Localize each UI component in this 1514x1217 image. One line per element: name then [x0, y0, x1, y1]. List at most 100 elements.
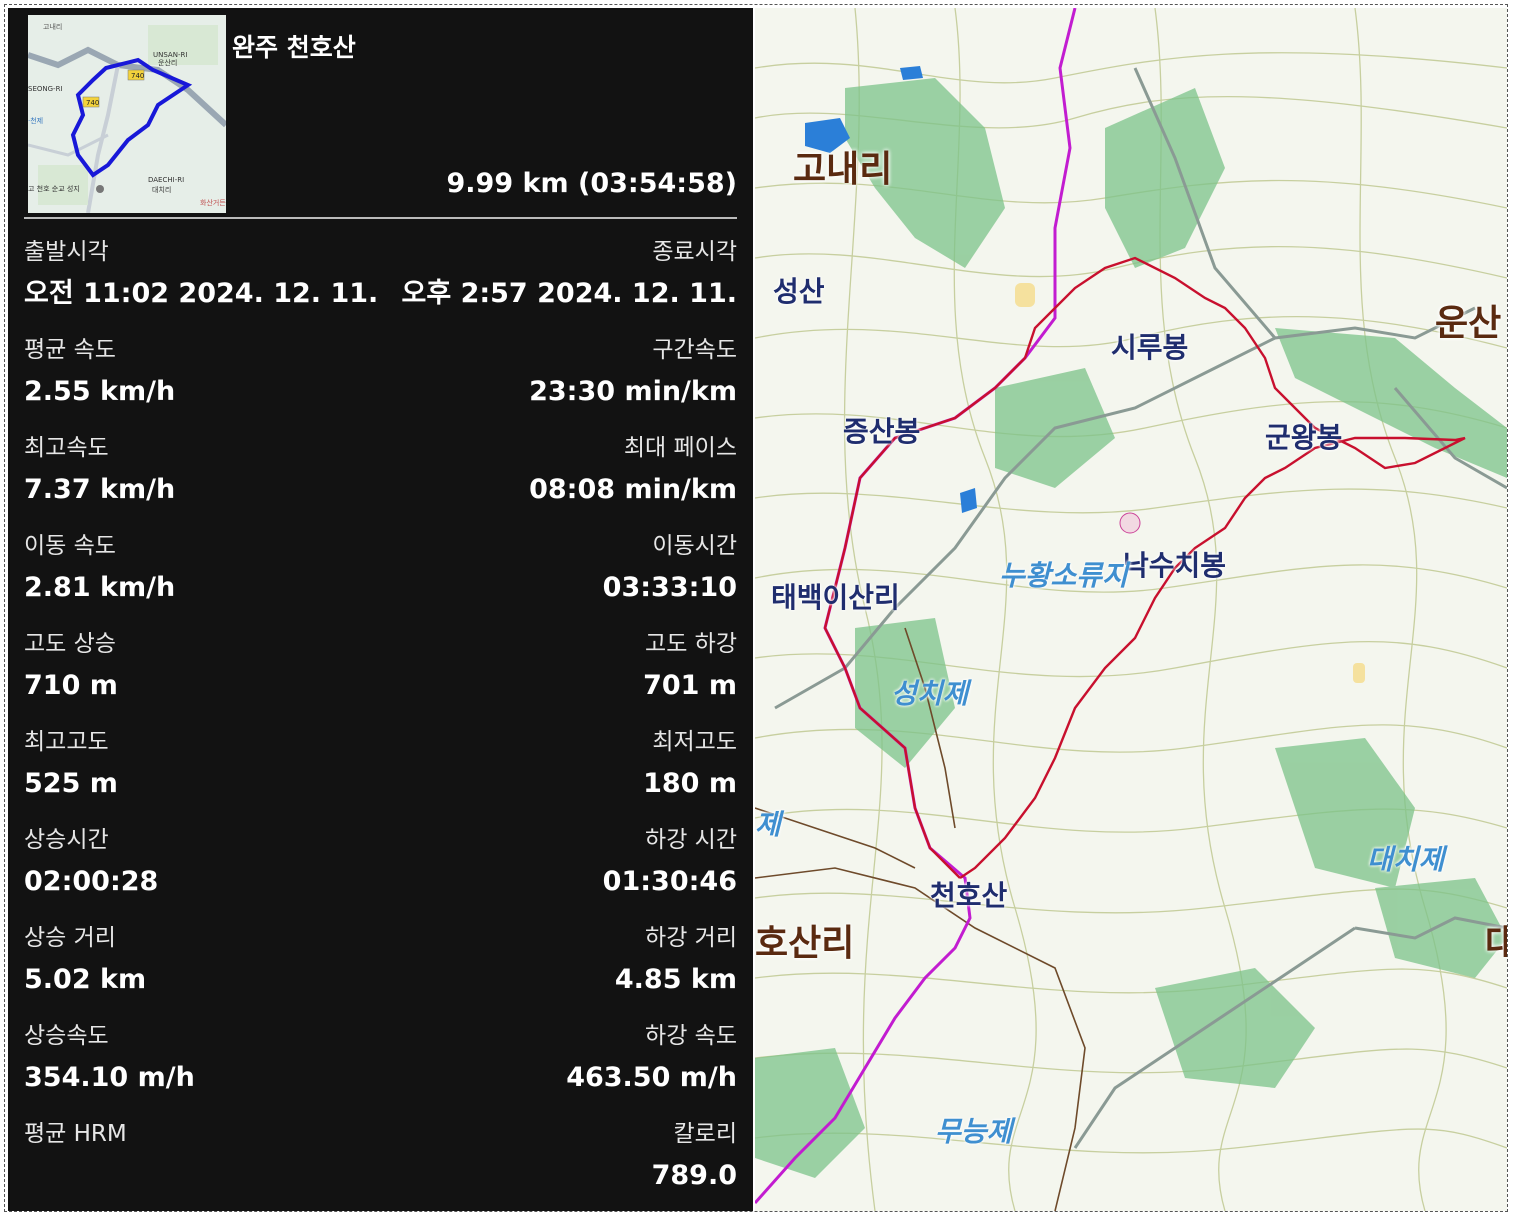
stat-label: 상승 거리 — [24, 925, 116, 951]
map-label-daechije: 대치제 — [1367, 843, 1445, 876]
stat-value: 7.37 km/h — [24, 474, 176, 505]
stat-row: 평균 속도 2.55 km/h 구간속도 23:30 min/km — [24, 328, 737, 426]
map-label-taebaek: 태백이산리 — [771, 581, 900, 614]
map-label-gunwangbong: 군왕봉 — [1265, 421, 1343, 454]
stat-label: 구간속도 — [652, 337, 737, 363]
stat-right: 하강 속도 463.50 m/h — [566, 1014, 737, 1098]
thumb-road-label-mid: 740 — [86, 99, 99, 107]
stat-left: 고도 상승 710 m — [24, 622, 118, 706]
stat-value: 5.02 km — [24, 964, 147, 995]
stat-value: 180 m — [643, 768, 737, 799]
stat-right: 이동시간 03:33:10 — [603, 524, 737, 608]
stat-right: 고도 하강 701 m — [643, 622, 737, 706]
stat-value: 08:08 min/km — [529, 474, 737, 505]
thumb-label-unsan: UNSAN-RI — [153, 51, 187, 59]
thumb-label-unsan-kr: 운산리 — [158, 58, 177, 67]
stat-right: 종료시각오후 2:57 2024. 12. 11. — [401, 230, 737, 314]
stat-left: 평균 HRM — [24, 1112, 127, 1156]
stat-right: 최대 페이스 08:08 min/km — [529, 426, 737, 510]
stat-left: 상승시간 02:00:28 — [24, 818, 158, 902]
place-marker-icon — [96, 185, 104, 193]
stat-label: 평균 HRM — [24, 1121, 127, 1147]
stat-value: 02:00:28 — [24, 866, 159, 897]
stat-label: 하강 시간 — [645, 827, 737, 853]
activity-title: 완주 천호산 — [232, 33, 356, 62]
stat-label: 종료시각 — [652, 239, 737, 265]
map-label-hosanri: 호산리 — [755, 923, 855, 964]
map-label-jeungsanbong: 증산봉 — [843, 415, 921, 448]
map-label-sirubong: 시루봉 — [1111, 331, 1189, 364]
stat-label: 최대 페이스 — [623, 435, 737, 461]
stat-row: 평균 HRM 칼로리 789.0 — [24, 1112, 737, 1210]
stat-label: 고도 상승 — [24, 631, 116, 657]
route-thumbnail-map[interactable]: 고내리 UNSAN-RI 운산리 740 740 SEONG-RI ·천제 고 … — [28, 15, 226, 213]
stat-value: 23:30 min/km — [529, 376, 737, 407]
stat-right: 하강 거리 4.85 km — [615, 916, 737, 1000]
sand-patch — [1353, 663, 1365, 683]
stat-label: 칼로리 — [673, 1121, 737, 1147]
stat-right: 최저고도 180 m — [643, 720, 737, 804]
stat-value: 463.50 m/h — [566, 1062, 737, 1093]
stat-row: 고도 상승 710 m 고도 하강 701 m — [24, 622, 737, 720]
stat-row: 상승속도 354.10 m/h 하강 속도 463.50 m/h — [24, 1014, 737, 1112]
stat-label: 하강 속도 — [645, 1023, 737, 1049]
stat-label: 평균 속도 — [24, 337, 116, 363]
stat-left: 이동 속도 2.81 km/h — [24, 524, 175, 608]
stat-value: 03:33:10 — [602, 572, 737, 603]
thumb-label-goneri: 고내리 — [43, 22, 62, 31]
stat-left: 최고고도 525 m — [24, 720, 118, 804]
thumb-road-label-top: 740 — [131, 72, 144, 80]
sand-patch — [1015, 283, 1035, 307]
stat-row: 출발시각 오전 11:02 2024. 12. 11. 종료시각오후 2:57 20… — [24, 230, 737, 328]
thumb-label-daechi: DAECHI-RI — [148, 176, 184, 184]
stat-right: 하강 시간 01:30:46 — [603, 818, 737, 902]
stat-row: 최고속도 7.37 km/h 최대 페이스 08:08 min/km — [24, 426, 737, 524]
stat-label: 상승시간 — [24, 827, 109, 853]
activity-stats-panel: 고내리 UNSAN-RI 운산리 740 740 SEONG-RI ·천제 고 … — [8, 8, 753, 1211]
stat-label: 최저고도 — [652, 729, 737, 755]
stat-label: 상승속도 — [24, 1023, 109, 1049]
stat-value: 2.81 km/h — [24, 572, 176, 603]
map-label-je-left: 제 — [755, 808, 781, 841]
stat-row: 이동 속도 2.81 km/h 이동시간 03:33:10 — [24, 524, 737, 622]
stat-left: 출발시각 오전 11:02 2024. 12. 11. — [24, 230, 378, 314]
stat-row: 최고고도 525 m 최저고도 180 m — [24, 720, 737, 818]
stat-value: 525 m — [24, 768, 118, 799]
map-label-da-edge: 대 — [1485, 923, 1507, 964]
stat-value: 701 m — [643, 670, 737, 701]
stat-row: 상승 거리 5.02 km 하강 거리 4.85 km — [24, 916, 737, 1014]
topo-map[interactable]: 고내리 성산 시루봉 운산 증산봉 군왕봉 낙수치봉 누황소류지 태백이산리 성… — [755, 8, 1507, 1211]
stat-value: 789.0 — [651, 1160, 737, 1191]
stat-value: 오전 11:02 2024. 12. 11. — [24, 278, 379, 309]
map-label-nuhwang: 누황소류지 — [999, 559, 1128, 592]
stat-label: 최고속도 — [24, 435, 109, 461]
thumb-label-seong: SEONG-RI — [28, 85, 63, 93]
stat-row: 상승시간 02:00:28 하강 시간 01:30:46 — [24, 818, 737, 916]
thumb-label-cheonho: 고 천호 순교 성지 — [28, 184, 80, 193]
stat-label: 이동시간 — [652, 533, 737, 559]
activity-summary: 9.99 km (03:54:58) — [446, 168, 737, 199]
stat-label: 고도 하강 — [645, 631, 737, 657]
stat-value: 01:30:46 — [602, 866, 737, 897]
stats-list: 출발시각 오전 11:02 2024. 12. 11. 종료시각오후 2:57 20… — [24, 230, 737, 1210]
stat-left: 상승 거리 5.02 km — [24, 916, 146, 1000]
map-label-goneri: 고내리 — [793, 149, 893, 190]
thumb-label-daechi-kr: 대치리 — [152, 185, 171, 194]
map-label-seongsan: 성산 — [773, 275, 825, 308]
stat-label: 최고고도 — [24, 729, 109, 755]
divider — [24, 217, 737, 219]
stat-label: 이동 속도 — [24, 533, 116, 559]
stat-left: 최고속도 7.37 km/h — [24, 426, 175, 510]
stat-right: 칼로리 789.0 — [652, 1112, 737, 1196]
map-label-muneungje: 무능제 — [935, 1115, 1013, 1148]
stat-value: 2.55 km/h — [24, 376, 176, 407]
stat-right: 구간속도 23:30 min/km — [529, 328, 737, 412]
stat-label: 하강 거리 — [645, 925, 737, 951]
stat-value: 354.10 m/h — [24, 1062, 195, 1093]
map-label-seongchije: 성치제 — [891, 677, 969, 710]
thumb-label-hwasan: 화산거든 — [200, 198, 226, 207]
stat-value: 오후 2:57 2024. 12. 11. — [401, 278, 737, 309]
thumb-label-jeongje: ·천제 — [28, 116, 43, 125]
thumbnail-map-svg: 고내리 UNSAN-RI 운산리 740 740 SEONG-RI ·천제 고 … — [28, 15, 226, 213]
stat-left: 상승속도 354.10 m/h — [24, 1014, 195, 1098]
